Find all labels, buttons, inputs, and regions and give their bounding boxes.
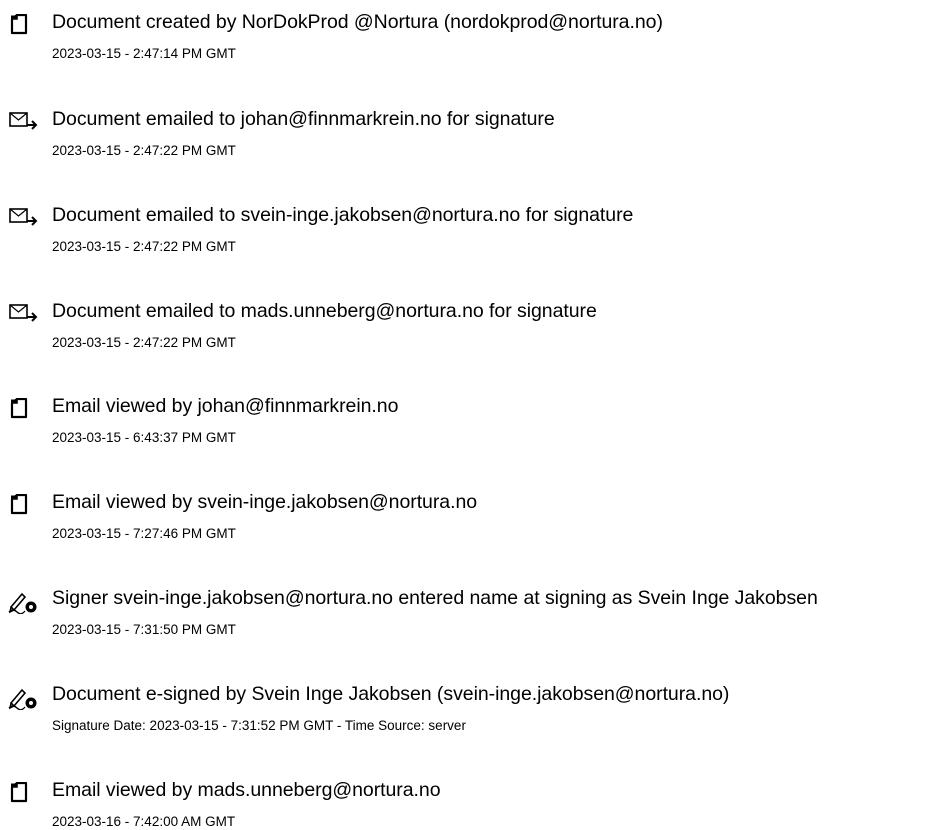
event-timestamp: 2023-03-15 - 7:27:46 PM GMT [52,526,236,541]
document-icon [8,14,42,38]
event-timestamp: 2023-03-15 - 6:43:37 PM GMT [52,430,236,445]
event-timestamp: 2023-03-15 - 2:47:22 PM GMT [52,143,236,158]
event-title: Document emailed to svein-inge.jakobsen@… [52,204,634,226]
pen-signature-icon [8,686,42,710]
event-timestamp: Signature Date: 2023-03-15 - 7:31:52 PM … [52,718,466,733]
event-title: Document emailed to mads.unneberg@nortur… [52,300,597,322]
event-title: Email viewed by johan@finnmarkrein.no [52,395,399,417]
email-sent-icon [8,303,42,327]
event-timestamp: 2023-03-15 - 2:47:22 PM GMT [52,335,236,350]
event-timestamp: 2023-03-15 - 2:47:14 PM GMT [52,46,236,61]
event-title: Document e-signed by Svein Inge Jakobsen… [52,683,730,705]
event-timestamp: 2023-03-15 - 2:47:22 PM GMT [52,239,236,254]
document-icon [8,494,42,518]
event-title: Document emailed to johan@finnmarkrein.n… [52,108,555,130]
document-icon [8,398,42,422]
event-title: Signer svein-inge.jakobsen@nortura.no en… [52,587,818,609]
event-title: Document created by NorDokProd @Nortura … [52,11,663,33]
event-title: Email viewed by mads.unneberg@nortura.no [52,779,441,801]
pen-signature-icon [8,590,42,614]
event-title: Email viewed by svein-inge.jakobsen@nort… [52,491,478,513]
event-timestamp: 2023-03-15 - 7:31:50 PM GMT [52,622,236,637]
document-icon [8,782,42,806]
email-sent-icon [8,207,42,231]
event-timestamp: 2023-03-16 - 7:42:00 AM GMT [52,814,236,829]
email-sent-icon [8,111,42,135]
